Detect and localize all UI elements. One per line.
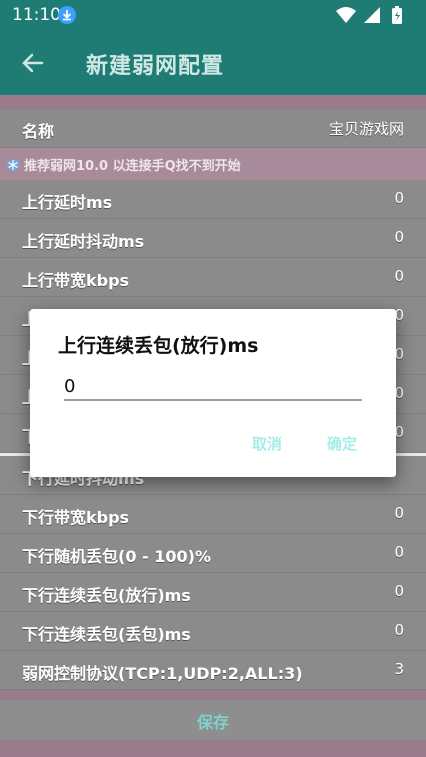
confirm-button[interactable]: 确定 <box>327 433 357 454</box>
edit-dialog: 上行连续丢包(放行)ms 取消 确定 <box>30 309 396 477</box>
dialog-title: 上行连续丢包(放行)ms <box>58 335 259 357</box>
cancel-button[interactable]: 取消 <box>252 433 282 454</box>
value-input[interactable] <box>64 373 362 401</box>
